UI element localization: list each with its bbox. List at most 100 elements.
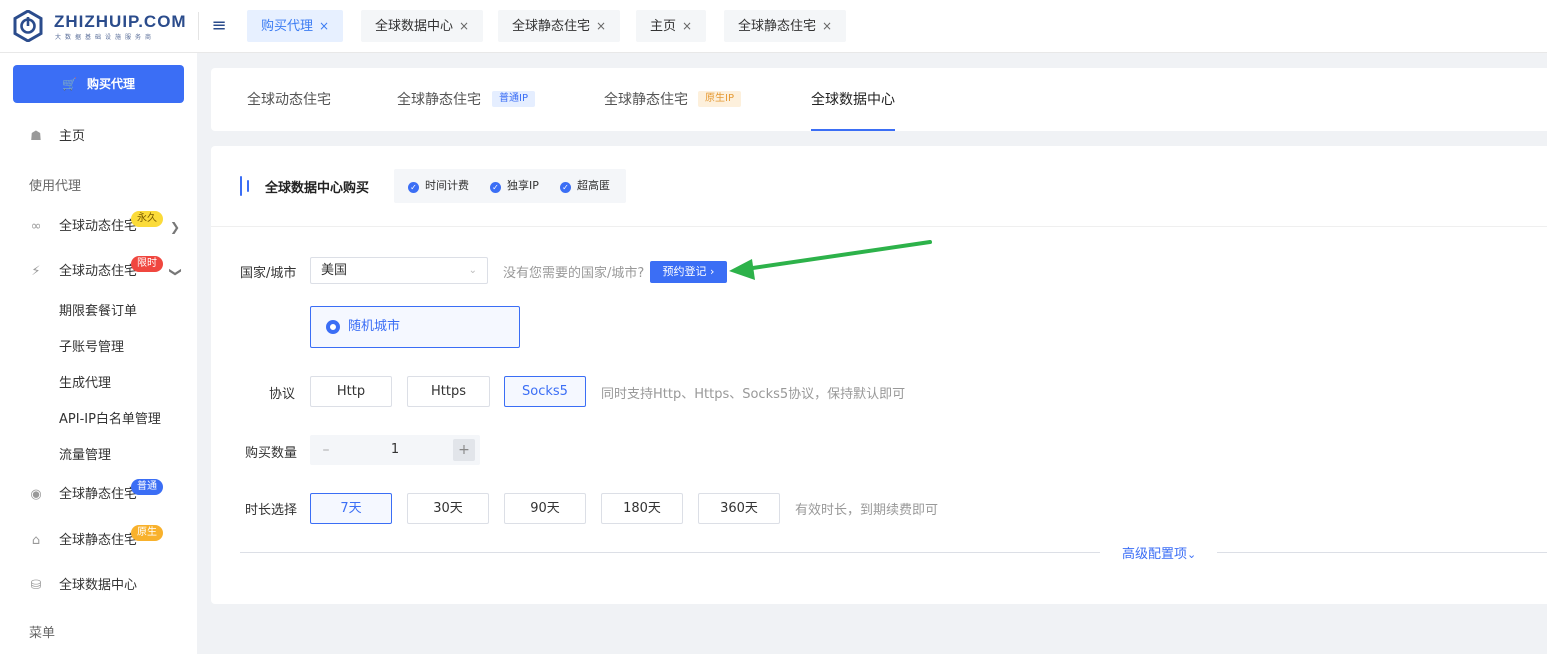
close-icon[interactable]: × (319, 19, 329, 33)
badge-standard: 普通 (131, 479, 163, 495)
sidebar-item-period-orders[interactable]: 期限套餐订单 (0, 294, 197, 330)
sidebar-item-dynamic-limited[interactable]: ⚡ 全球动态住宅 限时 ❯ (0, 254, 197, 290)
duration-7-button[interactable]: 7天 (310, 493, 392, 524)
sidebar-item-label: 子账号管理 (59, 340, 125, 355)
product-tab-dynamic[interactable]: 全球动态住宅 (247, 68, 331, 131)
sidebar-item-subaccounts[interactable]: 子账号管理 (0, 330, 197, 366)
feature-time-billing: ✓ 时间计费 (408, 169, 469, 203)
country-label: 国家/城市 (240, 266, 297, 281)
close-icon[interactable]: × (596, 19, 606, 33)
infinity-icon: ∞ (30, 219, 42, 234)
sidebar-section-menu: 菜单 (29, 626, 56, 641)
advanced-config-link[interactable]: 高级配置项⌄ (1122, 543, 1196, 562)
feature-elite-anonymous: ✓ 超高匿 (560, 169, 610, 203)
sidebar-item-label: 主页 (59, 129, 86, 144)
protocol-socks5-button[interactable]: Socks5 (504, 376, 586, 407)
feature-dedicated-ip: ✓ 独享IP (490, 169, 539, 203)
chevron-down-icon: ⌄ (1187, 548, 1197, 561)
advanced-divider-left (240, 552, 1100, 553)
plus-icon[interactable]: + (453, 439, 475, 461)
sidebar-item-home[interactable]: ☗ 主页 (0, 119, 197, 155)
check-icon: ✓ (560, 182, 571, 193)
quantity-label: 购买数量 (245, 446, 298, 461)
hamburger-icon[interactable]: ≡ (209, 14, 229, 38)
purchase-card: 全球数据中心购买 ✓ 时间计费 ✓ 独享IP ✓ 超高匿 国家/城市 美国 ⌄ 没有您… (211, 146, 1547, 604)
logo-mark-icon (13, 10, 43, 42)
country-value: 美国 (321, 263, 348, 278)
country-hint: 没有您需要的国家/城市? (503, 266, 645, 281)
sidebar-section-use-proxy: 使用代理 (29, 179, 82, 194)
radio-selected-icon (326, 320, 340, 334)
check-icon: ✓ (408, 182, 419, 193)
section-divider (211, 226, 1547, 227)
buy-proxy-button[interactable]: 🛒 购买代理 (13, 65, 184, 103)
tab-label: 全球静态住宅 (512, 19, 591, 34)
feature-label: 独享IP (507, 179, 539, 192)
tab-global-static-residential[interactable]: 全球静态住宅 × (498, 10, 621, 42)
product-tab-static-standard[interactable]: 全球静态住宅 (397, 68, 481, 131)
close-icon[interactable]: × (682, 19, 692, 33)
tab-label: 全球静态住宅 (738, 19, 817, 34)
protocol-https-button[interactable]: Https (407, 376, 490, 407)
feature-label: 超高匿 (577, 179, 610, 192)
brand-tagline: 大数据基础设施服务商 (55, 34, 156, 41)
sidebar-item-generate-proxy[interactable]: 生成代理 (0, 366, 197, 402)
minus-icon[interactable]: – (315, 439, 337, 461)
chevron-right-icon: ❯ (170, 220, 181, 234)
duration-30-button[interactable]: 30天 (407, 493, 489, 524)
sidebar-item-static-standard[interactable]: ◉ 全球静态住宅 普通 (0, 477, 197, 513)
sidebar-item-label: 生成代理 (59, 376, 112, 391)
quantity-value[interactable]: 1 (345, 435, 445, 465)
house-icon: ⌂ (31, 533, 41, 548)
protocol-http-button[interactable]: Http (310, 376, 392, 407)
logo[interactable]: ZHIZHUIP.COM 大数据基础设施服务商 (12, 10, 192, 44)
tab-global-datacenter[interactable]: 全球数据中心 × (361, 10, 484, 42)
badge-standard-ip: 普通IP (492, 91, 535, 107)
check-icon: ✓ (490, 182, 501, 193)
tab-global-static-residential-2[interactable]: 全球静态住宅 × (724, 10, 847, 42)
cart-icon: 🛒 (62, 77, 77, 91)
sidebar-item-label: 全球动态住宅 (59, 264, 138, 279)
feature-tags: ✓ 时间计费 ✓ 独享IP ✓ 超高匿 (394, 169, 626, 203)
sidebar-item-dynamic-permanent[interactable]: ∞ 全球动态住宅 永久 ❯ (0, 209, 197, 245)
sidebar-item-traffic[interactable]: 流量管理 (0, 438, 197, 474)
close-icon[interactable]: × (459, 19, 469, 33)
brand-name: ZHIZHUIP.COM (54, 12, 187, 31)
chevron-right-icon: › (710, 265, 715, 278)
badge-native-ip: 原生IP (698, 91, 741, 107)
duration-hint: 有效时长，到期续费即可 (795, 503, 939, 518)
quantity-stepper: – 1 + (310, 435, 480, 465)
sidebar-item-label: 全球静态住宅 (59, 533, 138, 548)
register-label: 预约登记 (662, 265, 707, 278)
title-bar-icon (240, 176, 249, 196)
swap-circle-icon: ◉ (30, 487, 42, 502)
register-button[interactable]: 预约登记 › (650, 261, 727, 283)
product-tab-static-native[interactable]: 全球静态住宅 (604, 68, 688, 131)
sidebar-item-api-whitelist[interactable]: API-IP白名单管理 (0, 402, 197, 438)
badge-permanent: 永久 (131, 211, 163, 227)
duration-360-button[interactable]: 360天 (698, 493, 780, 524)
sidebar-item-static-native[interactable]: ⌂ 全球静态住宅 原生 (0, 523, 197, 559)
random-city-label: 随机城市 (348, 319, 401, 334)
close-icon[interactable]: × (822, 19, 832, 33)
top-bar: ZHIZHUIP.COM 大数据基础设施服务商 ≡ 购买代理 × 全球数据中心 × … (0, 0, 1547, 53)
product-tab-datacenter[interactable]: 全球数据中心 (811, 68, 895, 131)
home-icon: ☗ (30, 129, 42, 144)
chevron-down-icon: ⌄ (468, 265, 477, 276)
tab-home[interactable]: 主页 × (636, 10, 707, 42)
tab-buy-proxy[interactable]: 购买代理 × (247, 10, 344, 42)
sidebar-item-label: 全球动态住宅 (59, 219, 138, 234)
buy-proxy-label: 购买代理 (86, 77, 135, 91)
country-select[interactable]: 美国 ⌄ (310, 257, 488, 284)
duration-180-button[interactable]: 180天 (601, 493, 683, 524)
sidebar-item-label: 流量管理 (59, 448, 112, 463)
protocol-label: 协议 (269, 387, 296, 402)
advanced-divider-right (1217, 552, 1547, 553)
tab-label: 购买代理 (261, 19, 314, 34)
header-divider (198, 12, 199, 40)
duration-90-button[interactable]: 90天 (504, 493, 586, 524)
random-city-option[interactable]: 随机城市 (310, 306, 520, 348)
tab-label: 全球数据中心 (375, 19, 454, 34)
sidebar-item-label: 全球数据中心 (59, 578, 138, 593)
sidebar-item-datacenter[interactable]: ⛁ 全球数据中心 (0, 568, 197, 604)
